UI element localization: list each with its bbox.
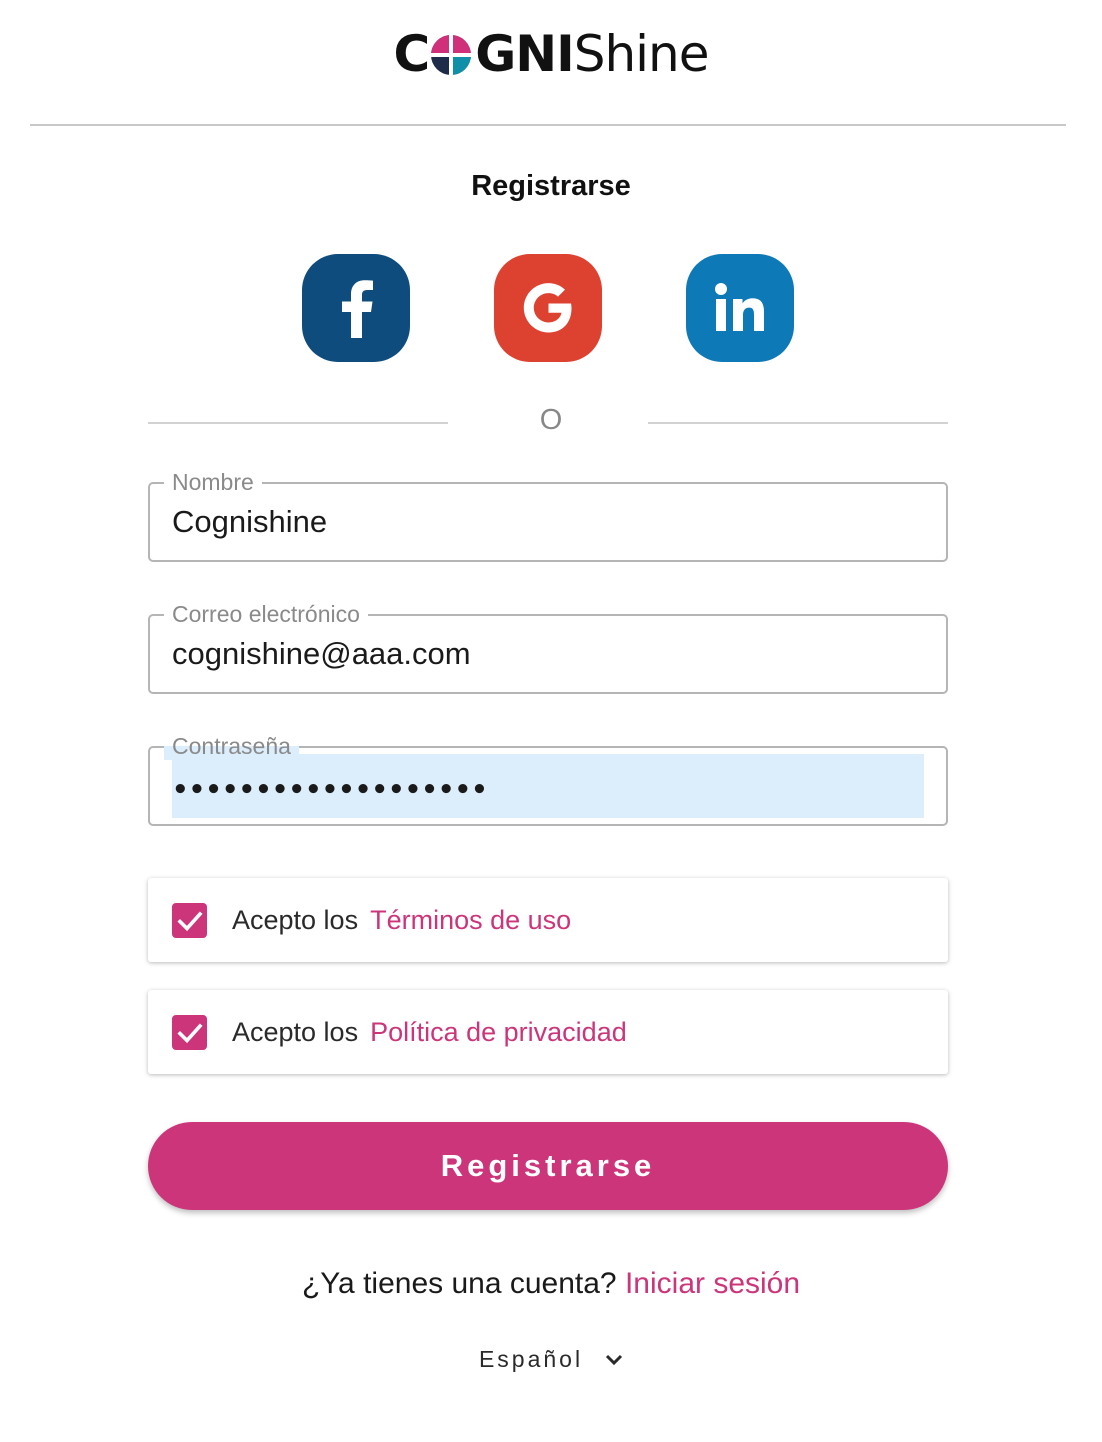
checkmark-icon	[176, 1022, 203, 1043]
register-button[interactable]: Registrarse	[148, 1122, 948, 1210]
google-icon	[523, 283, 572, 333]
terms-checkbox[interactable]	[172, 903, 207, 938]
password-input[interactable]: •••••••••••••••••••	[172, 770, 488, 810]
logo-letters-shine: Shine	[573, 25, 710, 83]
or-divider-right	[648, 422, 948, 424]
facebook-signup-button[interactable]	[302, 254, 410, 362]
logo-wordmark: C GNI Shine	[393, 22, 710, 86]
terms-consent-prefix: Acepto los	[232, 905, 359, 935]
checkmark-icon	[176, 910, 203, 931]
logo-letters-gni: GNI	[475, 25, 574, 83]
logo: C GNI Shine	[0, 22, 1102, 86]
password-field-label: Contraseña	[164, 732, 299, 760]
name-input[interactable]	[172, 502, 924, 542]
name-field-label: Nombre	[164, 468, 262, 496]
name-field[interactable]: Nombre	[148, 468, 948, 562]
email-input[interactable]	[172, 634, 924, 674]
login-link[interactable]: Iniciar sesión	[625, 1267, 800, 1300]
google-signup-button[interactable]	[494, 254, 602, 362]
login-prompt-text: ¿Ya tienes una cuenta?	[301, 1267, 617, 1300]
privacy-consent-text: Acepto los Política de privacidad	[232, 1012, 627, 1052]
privacy-policy-link[interactable]: Política de privacidad	[370, 1017, 627, 1047]
language-selected: Español	[478, 1346, 584, 1372]
logo-mark-icon	[431, 35, 472, 75]
page-title: Registrarse	[471, 170, 631, 202]
login-prompt: ¿Ya tienes una cuenta? Iniciar sesión	[0, 1264, 1102, 1304]
facebook-icon	[342, 280, 373, 338]
chevron-down-icon	[606, 1354, 623, 1365]
email-field[interactable]: Correo electrónico	[148, 600, 948, 694]
terms-consent-card: Acepto los Términos de uso	[148, 878, 948, 962]
logo-letter-c: C	[393, 25, 431, 83]
terms-of-use-link[interactable]: Términos de uso	[370, 905, 571, 935]
linkedin-signup-button[interactable]	[686, 254, 794, 362]
linkedin-icon	[715, 283, 764, 331]
terms-consent-text: Acepto los Términos de uso	[232, 900, 571, 940]
email-field-label: Correo electrónico	[164, 600, 368, 628]
privacy-consent-prefix: Acepto los	[232, 1017, 359, 1047]
or-divider-text: O	[539, 404, 563, 436]
privacy-consent-card: Acepto los Política de privacidad	[148, 990, 948, 1074]
privacy-checkbox[interactable]	[172, 1015, 207, 1050]
header-divider	[30, 124, 1066, 126]
signup-page: C GNI Shine Registrarse O Nombre Cognish…	[0, 0, 1102, 1442]
language-selector[interactable]: Español	[0, 1346, 1102, 1373]
password-field[interactable]: Contraseña •••••••••••••••••••	[148, 732, 948, 826]
